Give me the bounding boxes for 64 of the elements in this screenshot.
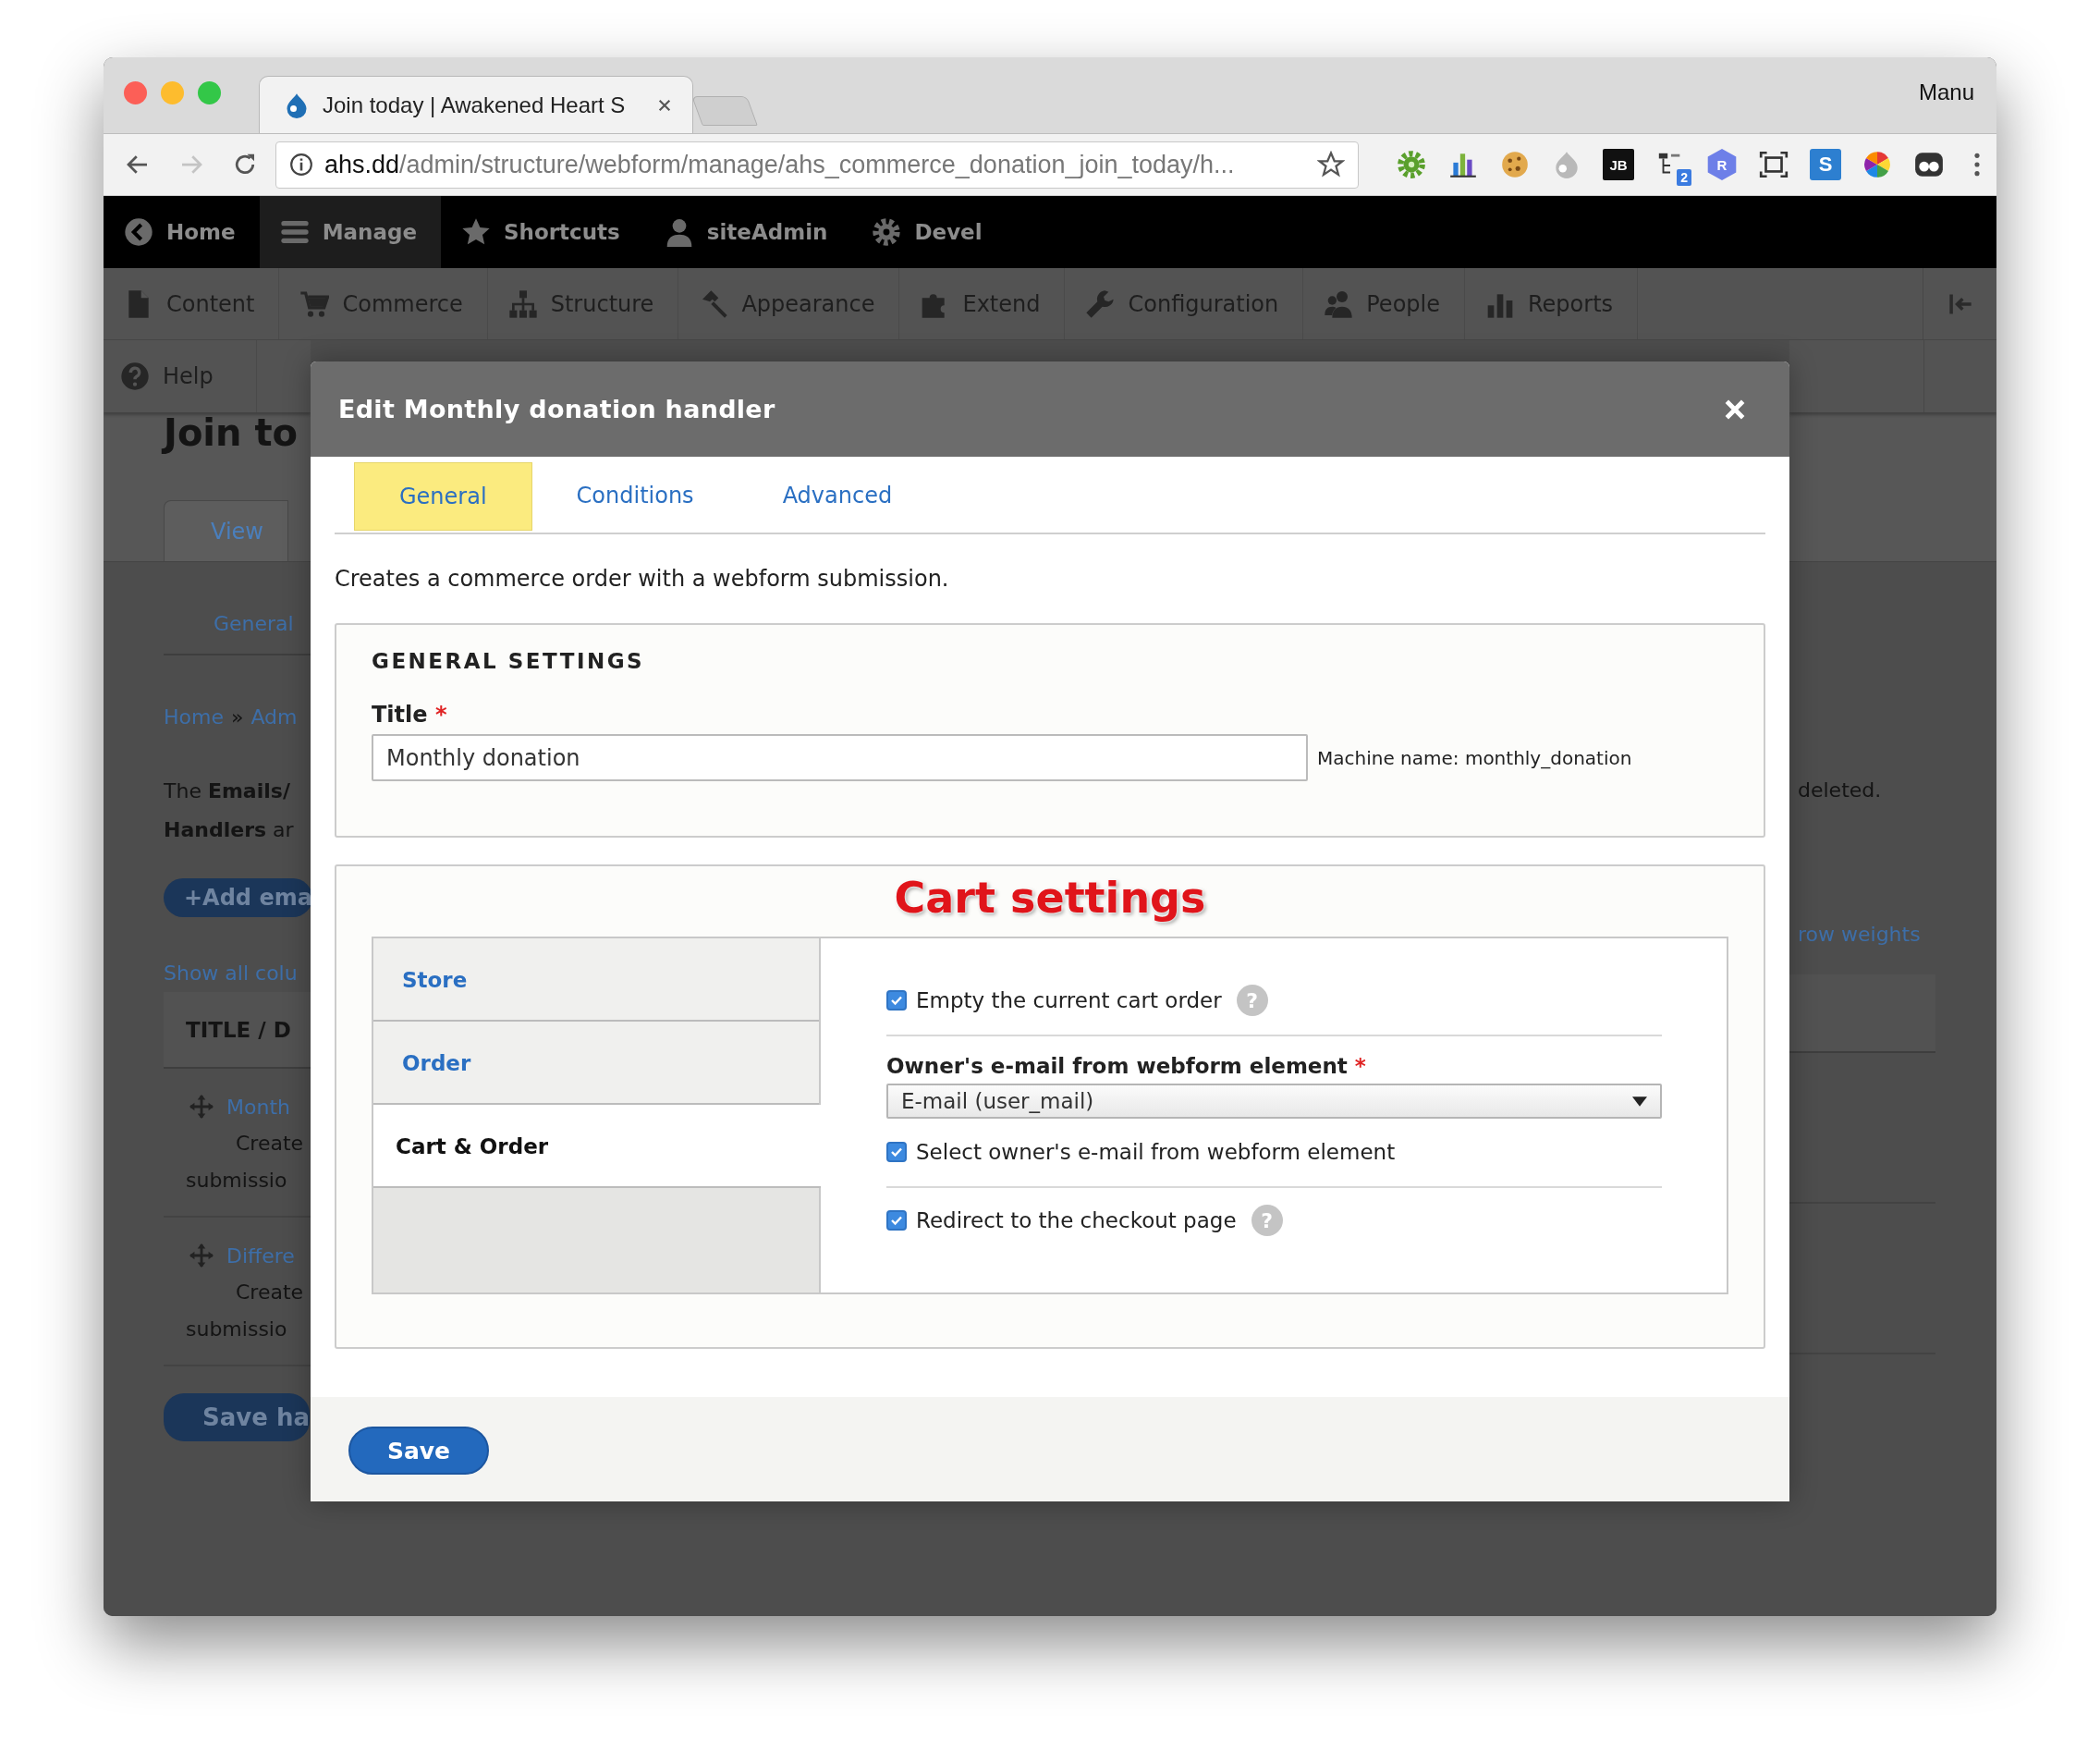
breadcrumb-separator: » [230, 704, 244, 730]
checkbox[interactable] [886, 1210, 907, 1231]
field-label: Owner's e-mail from webform element * [886, 1053, 1367, 1080]
cart-icon [299, 288, 330, 319]
caret-icon [1632, 1096, 1647, 1107]
select-dropdown[interactable]: E-mail (user_mail) [886, 1084, 1662, 1119]
field-label: Title * [372, 701, 448, 729]
extension-button[interactable]: S [1810, 149, 1841, 180]
drag-handle-icon[interactable] [189, 1095, 214, 1119]
count-badge: 2 [1677, 169, 1691, 186]
back-circle-icon [124, 217, 153, 247]
vertical-tab[interactable]: Store [373, 938, 819, 1022]
sitemap-icon [507, 288, 538, 319]
address-bar[interactable]: ahs.dd/admin/structure/webform/manage/ahs_commerce_donation_join_today/h... [275, 141, 1359, 189]
description-text: Creates a commerce order with a webform submission. [335, 565, 950, 594]
intro-text: deleted. [1798, 778, 1882, 803]
save-button[interactable]: Save [348, 1427, 489, 1475]
frame-icon[interactable] [1758, 149, 1789, 180]
toolbar-tab[interactable]: siteAdmin [643, 196, 852, 268]
gear-icon [872, 217, 902, 247]
save-handlers-button[interactable]: Save ha [164, 1393, 310, 1441]
column-header: TITLE / D [186, 1017, 291, 1042]
cookie-icon[interactable] [1499, 149, 1531, 180]
extension-button[interactable]: R [1706, 149, 1738, 180]
annotation-heading: Cart settings [894, 872, 1206, 924]
close-icon[interactable] [657, 97, 672, 113]
checkbox-label[interactable]: Redirect to the checkout page [916, 1208, 1237, 1232]
star-icon [461, 217, 491, 247]
machine-name-text: Machine name: monthly_donation [1317, 746, 1632, 769]
handler-description: submissio [185, 1317, 288, 1342]
gear-icon[interactable] [1396, 149, 1427, 180]
vertical-tab[interactable]: Order [373, 1022, 819, 1105]
toolbar-tab[interactable]: Home [104, 196, 260, 268]
toolbar-tab[interactable]: Shortcuts [441, 196, 644, 268]
help-icon [120, 361, 150, 391]
checkbox[interactable] [886, 1142, 907, 1162]
intro-text: Handlers ar [164, 817, 294, 843]
profile-name[interactable]: Manu [1918, 80, 1974, 105]
people-icon [1324, 288, 1354, 319]
checkbox[interactable] [886, 990, 907, 1011]
handler-description: Create [235, 1280, 305, 1305]
section-heading: GENERAL SETTINGS [372, 648, 646, 675]
vertical-tab[interactable]: Cart & Order [373, 1105, 821, 1188]
checkbox-label[interactable]: Empty the current cart order [916, 988, 1222, 1012]
drag-handle-icon[interactable] [189, 1243, 214, 1268]
extension-button[interactable]: JB [1603, 149, 1634, 180]
bookmark-star-icon[interactable] [1317, 151, 1345, 178]
toolbar-tab[interactable]: Manage [259, 196, 441, 268]
wrench-icon [1085, 288, 1116, 319]
handler-description: submissio [185, 1168, 288, 1194]
toolbar-tab[interactable]: Devel [851, 196, 1007, 268]
tab[interactable]: Advanced [738, 462, 937, 529]
color-wheel-icon[interactable] [1862, 149, 1893, 180]
checkbox-label[interactable]: Select owner's e-mail from webform element [916, 1140, 1396, 1164]
add-button[interactable]: +Add ema [164, 878, 311, 917]
intro-text: The Emails/ [164, 778, 291, 804]
title-field[interactable]: Monthly donation [372, 734, 1308, 781]
handler-description: Create [235, 1131, 305, 1157]
tab[interactable]: Conditions [531, 462, 739, 529]
tab[interactable]: General [354, 462, 532, 531]
browser-tab[interactable]: Join today | Awakened Heart S [259, 76, 693, 133]
dialog-title: Edit Monthly donation handler [338, 395, 775, 423]
more-options-icon[interactable] [1972, 151, 1982, 178]
info-icon[interactable] [289, 153, 313, 177]
